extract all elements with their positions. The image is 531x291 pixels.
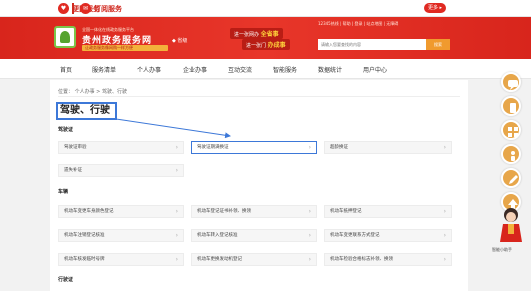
service-card[interactable]: 机动车注销登记核准 › [58, 229, 184, 242]
search-button[interactable]: 搜索 [426, 39, 450, 50]
nav-tab-home[interactable]: 首页 [60, 65, 72, 74]
chevron-right-icon: › [308, 232, 311, 239]
assistant-label: 智能小助手 [492, 247, 512, 252]
service-card[interactable]: 遗失补证 › [58, 164, 184, 177]
breadcrumb[interactable]: 位置： 个人办事 > 驾驶、行驶 [58, 88, 127, 95]
service-card[interactable]: 超龄换证 › [324, 141, 452, 154]
side-tool-accessibility[interactable] [501, 144, 521, 164]
side-tool-chat[interactable] [501, 72, 521, 92]
annotation-arrow [115, 118, 231, 139]
chevron-right-icon: › [175, 144, 178, 151]
service-topbar: ♥ 便民服务 ✉ 订阅服务 更多 ▸ [0, 0, 531, 17]
site-header: 全国一体化在线政务服务平台 贵州政务服务网 让政务服务像网购一样方便 ◆ 省级 … [0, 17, 531, 59]
nav-tab-personal[interactable]: 个人办事 [137, 65, 161, 74]
section-title-vehicle: 车辆 [58, 189, 69, 195]
chevron-right-icon: › [175, 256, 178, 263]
service-card[interactable]: 机动车抵押登记 › [324, 205, 452, 218]
edit-icon [509, 175, 518, 184]
heart-icon: ♥ [58, 3, 69, 14]
topbar-divider [72, 3, 74, 14]
chevron-right-icon: › [443, 256, 446, 263]
leaf-icon [60, 31, 70, 43]
chevron-right-icon: › [443, 232, 446, 239]
header-links[interactable]: 12345热线 | 帮助 | 登录 | 站点地图 | 无障碍 [318, 21, 398, 27]
more-button[interactable]: 更多 ▸ [424, 3, 446, 13]
person-icon [511, 151, 515, 161]
service-card-highlighted[interactable]: 驾驶证期满换证 › [191, 141, 317, 154]
chevron-right-icon: › [175, 208, 178, 215]
chevron-right-icon: › [308, 256, 311, 263]
phone-icon [510, 103, 516, 113]
service-card[interactable]: 机动车更换发动机登记 › [191, 253, 317, 266]
main-nav: 首页 服务清单 个人办事 企业办事 互动交流 智能服务 数据统计 用户中心 [0, 59, 531, 79]
side-tool-feedback[interactable] [501, 168, 521, 188]
search-input[interactable] [318, 39, 426, 50]
side-tool-phone[interactable] [501, 96, 521, 116]
subscribe-service-link[interactable]: ✉ 订阅服务 [80, 2, 122, 15]
service-card[interactable]: 机动车核发临时号牌 › [58, 253, 184, 266]
chevron-right-icon: › [443, 144, 446, 151]
chevron-right-icon: › [175, 167, 178, 174]
service-card[interactable]: 机动车转入登记核准 › [191, 229, 317, 242]
chevron-right-icon: › [443, 208, 446, 215]
header-slogan: 进一张网办 全省事 进一张门 办成事 [230, 28, 302, 50]
site-logo[interactable] [54, 26, 76, 48]
site-tagline: 让政务服务像网购一样方便 [82, 45, 168, 51]
slogan-line-1: 进一张网办 全省事 [230, 28, 283, 39]
service-card[interactable]: 机动车登记证书补领、换领 › [191, 205, 317, 218]
breadcrumb-divider [58, 96, 460, 97]
bell-icon: ✉ [80, 3, 91, 14]
region-switch[interactable]: ◆ 省级 [172, 37, 187, 44]
nav-tab-enterprise[interactable]: 企业办事 [183, 65, 207, 74]
section-title-license: 驾驶证 [58, 127, 74, 133]
service-card[interactable]: 驾驶证审验 › [58, 141, 184, 154]
side-tool-app[interactable] [501, 120, 521, 140]
nav-tab-service-list[interactable]: 服务清单 [92, 65, 116, 74]
chevron-right-icon: › [175, 232, 178, 239]
nav-tab-smart-service[interactable]: 智能服务 [273, 65, 297, 74]
nav-tab-statistics[interactable]: 数据统计 [318, 65, 342, 74]
service-card[interactable]: 机动车变更联系方式登记 › [324, 229, 452, 242]
chevron-right-icon: › [308, 208, 311, 215]
nav-tab-user-center[interactable]: 用户中心 [363, 65, 387, 74]
grid-icon [508, 127, 518, 137]
section-title-driving-license: 行驶证 [58, 277, 74, 283]
service-card[interactable]: 机动车检验合格标志补领、换领 › [324, 253, 452, 266]
nav-tab-interaction[interactable]: 互动交流 [228, 65, 252, 74]
chevron-right-icon: › [308, 144, 311, 151]
assistant-mascot[interactable] [497, 206, 525, 244]
page-title: 驾驶、行驶 [56, 102, 117, 120]
slogan-line-2: 进一张门 办成事 [242, 39, 290, 50]
service-card[interactable]: 机动车变更车身颜色登记 › [58, 205, 184, 218]
chat-icon [508, 80, 518, 90]
content-panel: 位置： 个人办事 > 驾驶、行驶 驾驶、行驶 驾驶证 驾驶证审验 › 驾驶证期满换… [50, 80, 468, 291]
